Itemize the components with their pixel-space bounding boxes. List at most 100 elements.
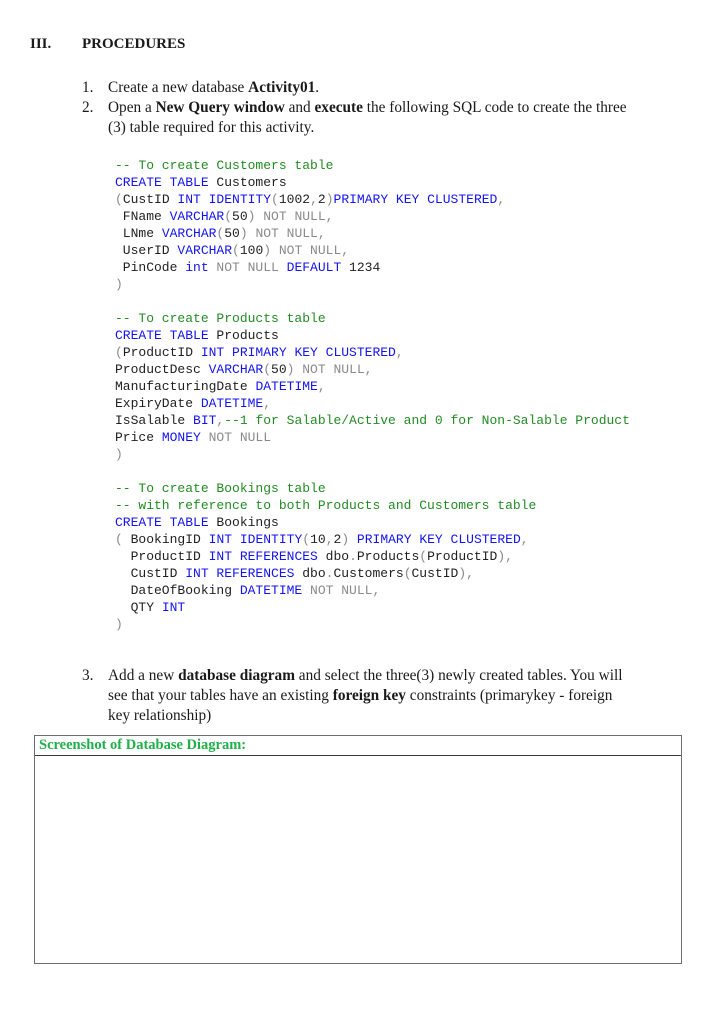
code-token-text: Customers bbox=[208, 175, 287, 190]
code-token-gray: ( bbox=[271, 192, 279, 207]
code-token-text: LNme bbox=[115, 226, 162, 241]
step-text: (3) table required for this activity. bbox=[108, 119, 315, 136]
code-line: IsSalable BIT,--1 for Salable/Active and… bbox=[115, 412, 630, 429]
step-text: see that your tables have an existing bbox=[108, 687, 333, 704]
step-text: key relationship) bbox=[108, 707, 212, 724]
code-token-gray: , bbox=[520, 532, 529, 547]
code-line: ) bbox=[115, 276, 630, 293]
code-token-gray: , bbox=[395, 345, 404, 360]
code-token-comment: -- To create Bookings table bbox=[115, 481, 326, 496]
code-token-text: ExpiryDate bbox=[115, 396, 201, 411]
bold-term: database diagram bbox=[178, 667, 295, 684]
code-token-keyword: VARCHAR bbox=[177, 243, 233, 258]
step-text: and bbox=[284, 99, 315, 116]
code-token-keyword: PRIMARY KEY CLUSTERED bbox=[356, 532, 521, 547]
code-token-text: FName bbox=[115, 209, 170, 224]
code-token-gray: , bbox=[317, 379, 326, 394]
code-token-keyword: CREATE TABLE bbox=[115, 515, 209, 530]
code-line: CREATE TABLE Bookings bbox=[115, 514, 630, 531]
code-token-text: 50 bbox=[232, 209, 248, 224]
code-line: -- To create Customers table bbox=[115, 157, 630, 174]
code-line: CREATE TABLE Customers bbox=[115, 174, 630, 191]
code-token-text: 1234 bbox=[341, 260, 381, 275]
code-token-text: UserID bbox=[115, 243, 178, 258]
code-token-gray: ) bbox=[325, 192, 334, 207]
screenshot-box-body[interactable] bbox=[35, 756, 681, 963]
code-token-text: dbo bbox=[294, 566, 326, 581]
code-token-gray: NOT NULL, bbox=[302, 583, 381, 598]
code-token-gray: ( bbox=[302, 532, 311, 547]
code-token-keyword: VARCHAR bbox=[161, 226, 217, 241]
bold-term: Activity01 bbox=[248, 79, 316, 96]
screenshot-box: Screenshot of Database Diagram: bbox=[34, 735, 682, 964]
code-token-gray: , bbox=[310, 192, 318, 207]
code-token-text: ProductID bbox=[427, 549, 498, 564]
bold-term: foreign key bbox=[332, 687, 406, 704]
code-line: ProductID INT REFERENCES dbo.Products(Pr… bbox=[115, 548, 630, 565]
code-token-keyword: BIT bbox=[193, 413, 217, 428]
code-token-text: 100 bbox=[239, 243, 264, 258]
code-token-gray: ( bbox=[263, 362, 272, 377]
code-token-keyword: MONEY bbox=[161, 430, 201, 445]
code-token-keyword: DATETIME bbox=[255, 379, 318, 394]
code-token-gray: ( bbox=[419, 549, 428, 564]
code-token-keyword: DATETIME bbox=[239, 583, 303, 598]
code-token-keyword: INT REFERENCES bbox=[208, 549, 318, 564]
step-text: Add a new bbox=[108, 667, 179, 684]
step-text: . bbox=[315, 79, 320, 96]
code-token-text: PinCode bbox=[115, 260, 186, 275]
code-line: -- To create Products table bbox=[115, 310, 630, 327]
code-line: (ProductID INT PRIMARY KEY CLUSTERED, bbox=[115, 344, 630, 361]
code-token-gray: ( bbox=[115, 345, 123, 360]
code-line: (CustID INT IDENTITY(1002,2)PRIMARY KEY … bbox=[115, 191, 630, 208]
code-token-comment: -- To create Products table bbox=[115, 311, 326, 326]
code-token-text: dbo bbox=[317, 549, 350, 564]
code-token-keyword: INT IDENTITY bbox=[177, 192, 272, 207]
step-text-line: Add a new database diagram and select th… bbox=[108, 666, 622, 686]
step-text: constraints (primarykey - foreign bbox=[405, 687, 613, 704]
code-line: QTY INT bbox=[115, 599, 630, 616]
code-token-gray: ( bbox=[115, 532, 123, 547]
code-token-keyword: CREATE TABLE bbox=[115, 328, 209, 343]
code-token-text: 50 bbox=[224, 226, 240, 241]
code-token-gray: ( bbox=[403, 566, 412, 581]
code-token-gray: , bbox=[325, 532, 334, 547]
code-token-gray: , bbox=[263, 396, 272, 411]
step-text: and select the three(3) newly created ta… bbox=[294, 667, 623, 684]
step-text: Create a new database bbox=[108, 79, 249, 96]
code-line: CREATE TABLE Products bbox=[115, 327, 630, 344]
code-token-text: ManufacturingDate bbox=[115, 379, 256, 394]
code-token-text: QTY bbox=[115, 600, 162, 615]
step-text-line: Open a New Query window and execute the … bbox=[108, 98, 627, 118]
code-line: -- To create Bookings table bbox=[115, 480, 630, 497]
code-token-keyword: int bbox=[185, 260, 209, 275]
code-token-gray: ) NOT NULL, bbox=[286, 362, 373, 377]
code-token-comment: -- To create Customers table bbox=[115, 158, 334, 173]
code-token-gray: , bbox=[497, 192, 506, 207]
code-line: ManufacturingDate DATETIME, bbox=[115, 378, 630, 395]
code-token-text: CustID bbox=[411, 566, 459, 581]
step-number: 3. bbox=[82, 667, 94, 684]
code-token-gray: NOT NULL bbox=[200, 430, 272, 445]
code-token-comment: -- with reference to both Products and C… bbox=[115, 498, 537, 513]
code-line: -- with reference to both Products and C… bbox=[115, 497, 630, 514]
code-token-gray: ( bbox=[115, 192, 123, 207]
code-line: ExpiryDate DATETIME, bbox=[115, 395, 630, 412]
code-token-text: 2 bbox=[317, 192, 326, 207]
code-token-text: 1002 bbox=[278, 192, 311, 207]
code-token-keyword: VARCHAR bbox=[169, 209, 225, 224]
code-token-text: CustID bbox=[122, 192, 178, 207]
code-token-text: ProductID bbox=[122, 345, 201, 360]
code-token-gray: ) bbox=[115, 447, 123, 462]
code-token-keyword: INT bbox=[161, 600, 186, 615]
section-title: PROCEDURES bbox=[82, 36, 186, 52]
code-token-gray: . bbox=[349, 549, 357, 564]
step-text-line: see that your tables have an existing fo… bbox=[108, 686, 612, 706]
code-token-text: CustID bbox=[115, 566, 186, 581]
code-line: UserID VARCHAR(100) NOT NULL, bbox=[115, 242, 630, 259]
code-token-text: Price bbox=[115, 430, 162, 445]
step-text-line: key relationship) bbox=[108, 706, 211, 726]
step-number: 1. bbox=[82, 79, 94, 96]
code-token-keyword: DATETIME bbox=[200, 396, 264, 411]
